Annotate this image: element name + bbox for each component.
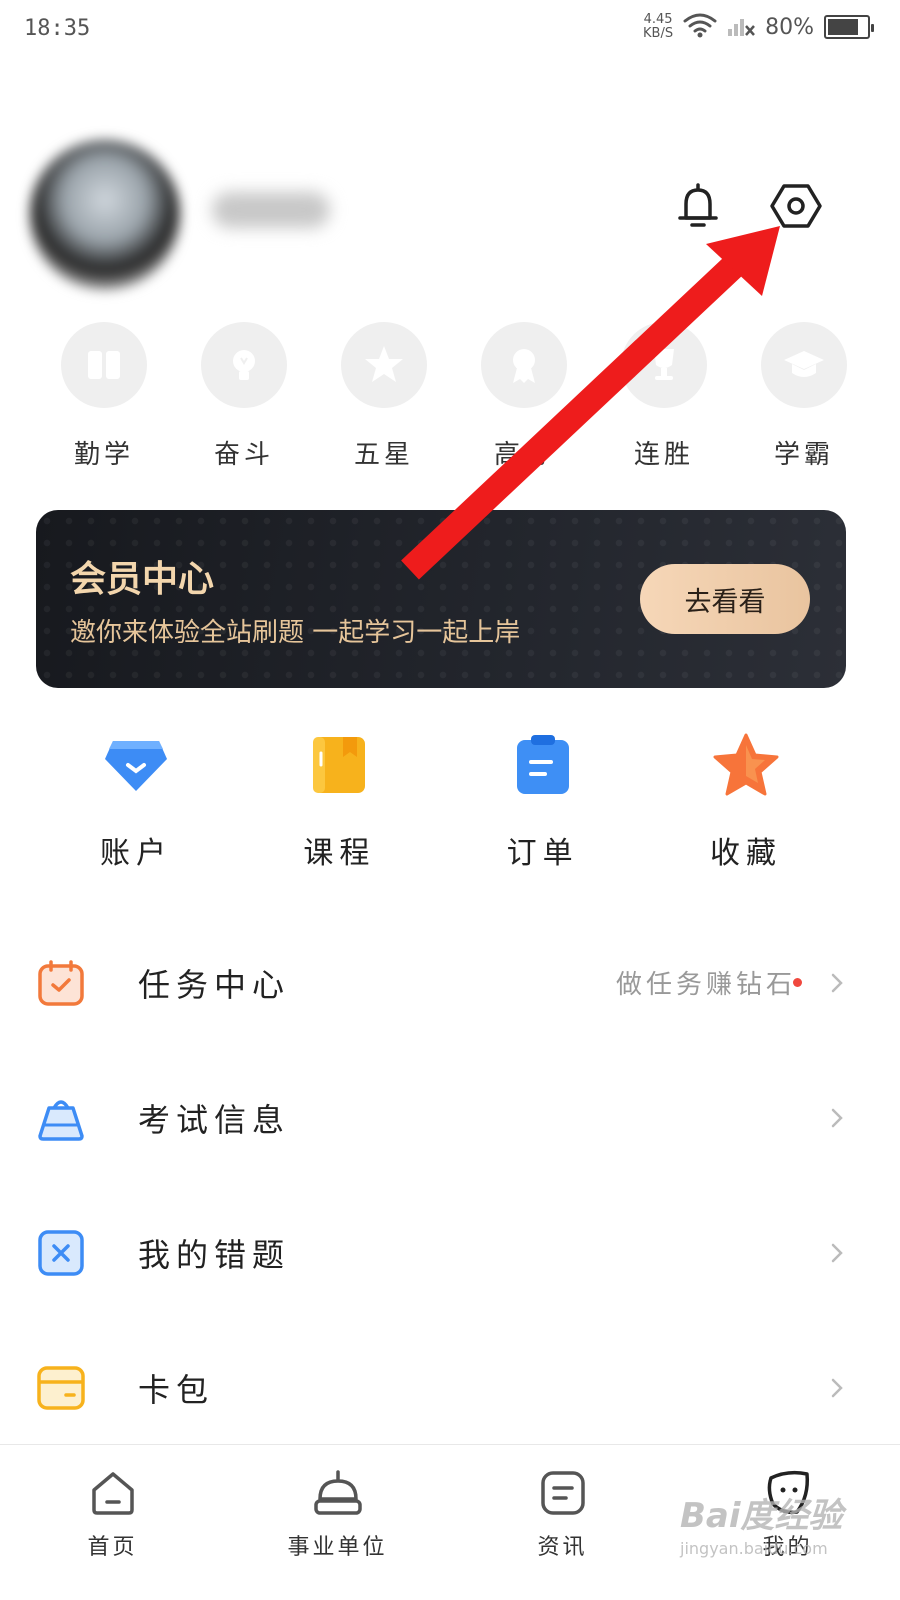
quick-account[interactable]: 账户 (36, 730, 236, 872)
menu-exam-info[interactable]: 考试信息 (0, 1050, 900, 1185)
member-subtitle: 邀你来体验全站刷题 一起学习一起上岸 (70, 618, 521, 648)
member-center-banner[interactable]: 会员中心 邀你来体验全站刷题 一起学习一起上岸 去看看 (36, 510, 846, 688)
bell-icon[interactable] (670, 178, 726, 234)
avatar[interactable] (30, 140, 180, 290)
nav-public-institution[interactable]: 事业单位 (225, 1445, 450, 1600)
network-speed-unit: KB/S (643, 26, 674, 41)
network-speed-value: 4.45 (643, 12, 673, 27)
menu-label: 考试信息 (138, 1100, 291, 1139)
badge-label: 五星 (353, 440, 414, 470)
trophy-icon (621, 322, 707, 408)
bell-dome-icon (312, 1467, 364, 1519)
lightbulb-icon (201, 322, 287, 408)
card-icon (36, 1363, 86, 1413)
battery-percent: 80% (765, 14, 814, 40)
chevron-right-icon (831, 1378, 843, 1397)
menu-label: 我的错题 (138, 1235, 291, 1274)
nav-news[interactable]: 资讯 (450, 1445, 675, 1600)
nav-label: 首页 (87, 1535, 138, 1560)
network-speed: 4.45 KB/S (643, 13, 673, 41)
menu-label: 卡包 (138, 1370, 215, 1409)
graduation-cap-icon (761, 322, 847, 408)
badge-qinxue[interactable]: 勤学 (34, 322, 174, 471)
menu-task-center[interactable]: 任务中心 做任务赚钻石 (0, 915, 900, 1050)
badge-xueba[interactable]: 学霸 (734, 322, 874, 471)
chevron-right-icon (831, 1108, 843, 1127)
star-icon (341, 322, 427, 408)
badge-label: 勤学 (73, 440, 134, 470)
chevron-right-icon (831, 973, 843, 992)
medal-icon (481, 322, 567, 408)
menu-list: 任务中心 做任务赚钻石 考试信息 我的错题 卡包 (0, 915, 900, 1455)
settings-icon[interactable] (768, 178, 824, 234)
book-icon (61, 322, 147, 408)
quick-course[interactable]: 课程 (239, 730, 439, 872)
quick-actions: 账户 课程 订单 收藏 (36, 730, 846, 872)
x-box-icon (36, 1228, 86, 1278)
book-icon (304, 730, 374, 800)
member-title: 会员中心 (70, 559, 215, 600)
nav-home[interactable]: 首页 (0, 1445, 225, 1600)
menu-label: 任务中心 (138, 965, 291, 1004)
star-icon (711, 730, 781, 800)
calendar-check-icon (36, 958, 86, 1008)
nav-label: 事业单位 (287, 1535, 388, 1560)
quick-label: 收藏 (709, 836, 782, 871)
wallet-icon (101, 730, 171, 800)
watermark: Bai度经验 jingyan.baidu.com (680, 1488, 843, 1558)
bag-icon (36, 1093, 86, 1143)
badge-label: 连胜 (633, 440, 694, 470)
status-bar: 18:35 4.45 KB/S 80% (0, 0, 900, 64)
username-blurred[interactable] (212, 192, 330, 228)
notification-dot (793, 978, 802, 987)
menu-card-wallet[interactable]: 卡包 (0, 1320, 900, 1455)
clipboard-icon (508, 730, 578, 800)
wifi-icon (683, 12, 717, 42)
menu-wrong-questions[interactable]: 我的错题 (0, 1185, 900, 1320)
achievement-badges: 勤学 奋斗 五星 高分 连胜 学霸 (34, 322, 874, 471)
quick-order[interactable]: 订单 (443, 730, 643, 872)
badge-wuxing[interactable]: 五星 (314, 322, 454, 471)
badge-label: 学霸 (773, 440, 834, 470)
go-see-button[interactable]: 去看看 (640, 564, 810, 634)
badge-label: 奋斗 (213, 440, 274, 470)
news-icon (537, 1467, 589, 1519)
badge-label: 高分 (493, 440, 554, 470)
status-indicators: 4.45 KB/S 80% (643, 12, 874, 42)
quick-label: 课程 (303, 836, 376, 871)
menu-hint: 做任务赚钻石 (615, 970, 796, 1000)
battery-level-fill (828, 19, 859, 35)
chevron-right-icon (831, 1243, 843, 1262)
quick-label: 订单 (506, 836, 579, 871)
badge-gaofen[interactable]: 高分 (454, 322, 594, 471)
watermark-sub: jingyan.baidu.com (680, 1539, 828, 1558)
signal-off-icon (727, 13, 756, 41)
badge-liansheng[interactable]: 连胜 (594, 322, 734, 471)
home-icon (87, 1467, 139, 1519)
nav-label: 资讯 (537, 1535, 588, 1560)
profile-header (0, 120, 900, 300)
quick-favorites[interactable]: 收藏 (646, 730, 846, 872)
watermark-main: Bai度经验 (680, 1496, 843, 1536)
badge-fendou[interactable]: 奋斗 (174, 322, 314, 471)
status-time: 18:35 (24, 16, 91, 41)
quick-label: 账户 (100, 836, 172, 871)
battery-icon (824, 15, 874, 39)
